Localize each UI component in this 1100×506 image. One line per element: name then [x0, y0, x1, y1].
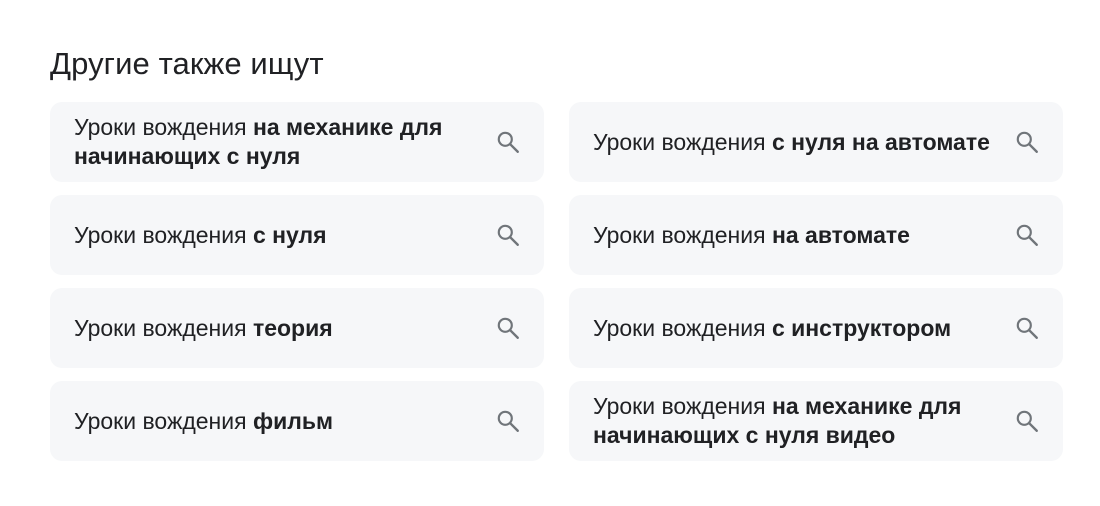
suggestion-bold-term: с нуля [252, 221, 327, 248]
search-icon [1013, 128, 1041, 156]
search-icon [1013, 407, 1041, 435]
search-icon [1013, 221, 1041, 249]
search-icon [494, 221, 522, 249]
suggestion-chip[interactable]: Уроки вождения на автомате [569, 195, 1063, 275]
search-icon [494, 314, 522, 342]
suggestion-label: Уроки вождения с нуля [74, 221, 494, 250]
suggestion-prefix: Уроки вождения [74, 314, 253, 341]
suggestions-grid: Уроки вождения на механике для начинающи… [50, 102, 1063, 461]
suggestion-chip[interactable]: Уроки вождения с нуля на автомате [569, 102, 1063, 182]
suggestion-chip[interactable]: Уроки вождения с нуля [50, 195, 544, 275]
suggestion-prefix: Уроки вождения [74, 407, 253, 434]
suggestion-label: Уроки вождения с инструктором [593, 314, 1013, 343]
suggestion-label: Уроки вождения на механике для начинающи… [593, 392, 1013, 450]
suggestion-prefix: Уроки вождения [593, 393, 772, 419]
suggestion-bold-term: с нуля на автомате [771, 128, 990, 155]
section-title: Другие также ищут [50, 46, 324, 81]
related-searches-panel: Другие также ищут Уроки вождения на меха… [50, 40, 1063, 461]
search-icon [1013, 314, 1041, 342]
suggestion-label: Уроки вождения теория [74, 314, 494, 343]
suggestion-prefix: Уроки вождения [593, 314, 772, 341]
suggestion-chip[interactable]: Уроки вождения теория [50, 288, 544, 368]
suggestion-prefix: Уроки вождения [74, 114, 253, 140]
suggestion-chip[interactable]: Уроки вождения с инструктором [569, 288, 1063, 368]
suggestion-bold-term: фильм [252, 407, 333, 434]
suggestion-label: Уроки вождения фильм [74, 407, 494, 436]
suggestion-label: Уроки вождения на механике для начинающи… [74, 113, 494, 171]
search-icon [494, 407, 522, 435]
suggestion-label: Уроки вождения на автомате [593, 221, 1013, 250]
suggestion-bold-term: с инструктором [771, 314, 952, 341]
suggestion-prefix: Уроки вождения [593, 128, 772, 155]
suggestion-label: Уроки вождения с нуля на автомате [593, 128, 1013, 157]
suggestion-bold-term: теория [252, 314, 333, 341]
suggestion-chip[interactable]: Уроки вождения фильм [50, 381, 544, 461]
search-icon [494, 128, 522, 156]
suggestion-prefix: Уроки вождения [593, 221, 772, 248]
suggestion-bold-term: на автомате [771, 221, 910, 248]
suggestion-chip[interactable]: Уроки вождения на механике для начинающи… [569, 381, 1063, 461]
suggestion-chip[interactable]: Уроки вождения на механике для начинающи… [50, 102, 544, 182]
suggestion-prefix: Уроки вождения [74, 221, 253, 248]
